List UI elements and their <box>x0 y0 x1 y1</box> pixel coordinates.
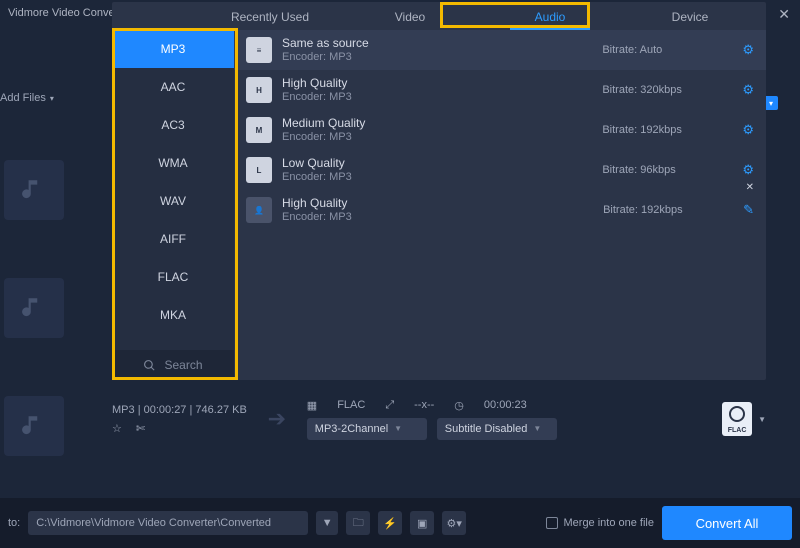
preset-icon: L <box>246 157 272 183</box>
preset-title: Low Quality <box>282 156 592 170</box>
preset-row[interactable]: M Medium QualityEncoder: MP3 Bitrate: 192k… <box>234 110 766 150</box>
subtitle-dropdown[interactable]: Subtitle Disabled▼ <box>437 418 557 440</box>
bolt-icon[interactable]: ⚡ <box>378 511 402 535</box>
queue-thumb[interactable] <box>4 396 64 456</box>
preset-icon: ≡ <box>246 37 272 63</box>
arrow-icon: ➔ <box>257 406 297 432</box>
info-size: 746.27 KB <box>195 404 246 416</box>
gpu-icon[interactable]: ▣ <box>410 511 434 535</box>
preset-row[interactable]: H High QualityEncoder: MP3 Bitrate: 320kbp… <box>234 70 766 110</box>
preset-encoder: Encoder: MP3 <box>282 131 592 144</box>
out-duration: 00:00:23 <box>484 399 527 411</box>
preset-icon: 👤 <box>246 197 272 223</box>
sidebar-item-flac[interactable]: FLAC <box>112 258 234 296</box>
output-format-badge[interactable]: FLAC <box>722 402 752 436</box>
tab-audio[interactable]: Audio <box>480 10 620 30</box>
preset-icon: M <box>246 117 272 143</box>
gear-icon[interactable]: ⚙ <box>742 162 754 178</box>
tab-video[interactable]: Video <box>340 10 480 30</box>
chevron-down-icon[interactable]: ▼ <box>758 415 766 424</box>
format-panel: Recently Used Video Audio Device MP3AACA… <box>112 2 766 380</box>
save-to-label: to: <box>8 517 20 529</box>
preset-title: Medium Quality <box>282 116 592 130</box>
preset-row[interactable]: ≡ Same as sourceEncoder: MP3 Bitrate: Auto… <box>234 30 766 70</box>
folder-icon[interactable]: 🗀 <box>346 511 370 535</box>
preset-title: Same as source <box>282 36 592 50</box>
tab-recently-used[interactable]: Recently Used <box>200 10 340 30</box>
close-icon[interactable]: ✕ <box>778 6 790 23</box>
sidebar-item-mp3[interactable]: MP3 <box>112 30 234 68</box>
preset-row[interactable]: 👤 High QualityEncoder: MP3 Bitrate: 192kbp… <box>234 190 766 230</box>
bottom-bar: to: C:\Vidmore\Vidmore Video Converter\C… <box>0 498 800 548</box>
output-path[interactable]: C:\Vidmore\Vidmore Video Converter\Conve… <box>28 511 308 535</box>
search-icon <box>143 359 156 372</box>
gear-icon[interactable]: ⚙ <box>742 122 754 138</box>
search-placeholder: Search <box>164 358 202 372</box>
gear-icon[interactable]: ⚙ <box>742 82 754 98</box>
channel-dropdown[interactable]: MP3-2Channel▼ <box>307 418 427 440</box>
item-info-row: MP3 | 00:00:27 | 746.27 KB ☆ ✄ ➔ ▦ FLAC … <box>112 392 766 446</box>
sidebar-item-aiff[interactable]: AIFF <box>112 220 234 258</box>
merge-checkbox[interactable]: Merge into one file <box>546 517 655 529</box>
queue-thumb[interactable] <box>4 160 64 220</box>
preset-title: High Quality <box>282 196 593 210</box>
preset-bitrate: Bitrate: 96kbps <box>602 164 732 176</box>
preset-bitrate: Bitrate: Auto <box>602 44 732 56</box>
expand-icon: ⤢ <box>385 399 394 412</box>
preset-encoder: Encoder: MP3 <box>282 211 593 224</box>
preset-icon: H <box>246 77 272 103</box>
out-format: FLAC <box>337 399 365 411</box>
output-path-caret[interactable]: ▼ <box>316 511 338 535</box>
preset-bitrate: Bitrate: 192kbps <box>602 124 732 136</box>
close-icon[interactable]: ✕ <box>746 182 754 193</box>
star-icon[interactable]: ☆ <box>112 422 122 435</box>
tab-device[interactable]: Device <box>620 10 760 30</box>
preset-list: ≡Same as sourceEncoder: MP3Bitrate: Auto… <box>234 30 766 380</box>
gear-icon[interactable]: ⚙ <box>742 42 754 58</box>
convert-all-button[interactable]: Convert All <box>662 506 792 540</box>
sidebar-item-ac3[interactable]: AC3 <box>112 106 234 144</box>
preset-bitrate: Bitrate: 320kbps <box>602 84 732 96</box>
preset-bitrate: Bitrate: 192kbps <box>603 204 733 216</box>
format-sidebar: MP3AACAC3WMAWAVAIFFFLACMKA Search <box>112 30 234 380</box>
sidebar-item-wma[interactable]: WMA <box>112 144 234 182</box>
add-files-button[interactable]: Add Files <box>0 92 54 104</box>
preset-title: High Quality <box>282 76 592 90</box>
preset-encoder: Encoder: MP3 <box>282 171 592 184</box>
sidebar-item-mka[interactable]: MKA <box>112 296 234 334</box>
queue-thumb[interactable] <box>4 278 64 338</box>
out-res: --x-- <box>414 399 434 411</box>
preset-row[interactable]: L Low QualityEncoder: MP3 Bitrate: 96kbps ⚙ <box>234 150 766 190</box>
settings-icon[interactable]: ⚙▾ <box>442 511 466 535</box>
info-format: MP3 <box>112 404 135 416</box>
clock-icon: ◷ <box>454 399 464 412</box>
add-files-caret[interactable]: ▾ <box>764 96 778 110</box>
preset-encoder: Encoder: MP3 <box>282 51 592 64</box>
search-input[interactable]: Search <box>112 350 234 380</box>
sidebar-item-wav[interactable]: WAV <box>112 182 234 220</box>
info-duration: 00:00:27 <box>144 404 187 416</box>
preset-encoder: Encoder: MP3 <box>282 91 592 104</box>
checkbox-icon <box>546 517 558 529</box>
cut-icon[interactable]: ✄ <box>136 422 145 435</box>
edit-icon[interactable]: ✎ <box>743 202 754 218</box>
sidebar-item-aac[interactable]: AAC <box>112 68 234 106</box>
film-icon: ▦ <box>307 399 317 412</box>
